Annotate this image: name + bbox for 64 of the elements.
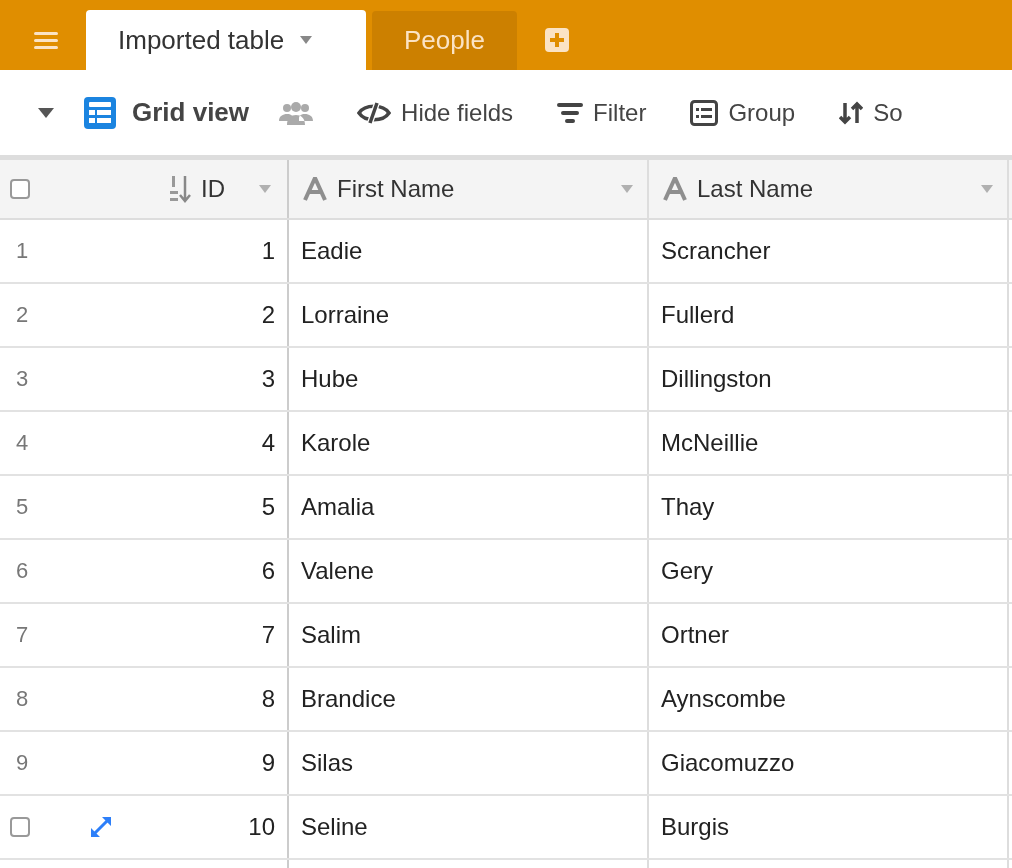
filter-icon <box>557 101 584 124</box>
toolbar-button[interactable]: Hide fields <box>357 98 514 127</box>
table-cell: 8 <box>261 685 275 713</box>
text-field-icon <box>663 177 687 201</box>
table-cell: Fullerd <box>661 301 735 329</box>
table-cell: 5 <box>261 493 275 521</box>
table-cell: 4 <box>261 429 275 457</box>
table-cell: Giacomuzzo <box>661 749 795 777</box>
expand-icon[interactable] <box>90 816 112 838</box>
row-number: 9 <box>16 750 29 776</box>
sort-icon <box>839 100 864 125</box>
caret-icon[interactable] <box>38 107 54 118</box>
people-icon[interactable] <box>279 100 314 125</box>
row-number: 7 <box>16 622 29 648</box>
hidden-eye-icon <box>357 101 392 124</box>
add-icon[interactable] <box>544 28 569 52</box>
toolbar-button[interactable]: Group <box>690 98 796 127</box>
row-number: 6 <box>16 558 29 584</box>
caret-icon <box>300 36 313 44</box>
menu-icon[interactable] <box>34 31 58 49</box>
toolbar-button[interactable]: Filter <box>557 98 647 127</box>
table-cell: 1 <box>261 237 275 265</box>
number-sort-icon <box>169 174 191 204</box>
table-cell: 6 <box>261 557 275 585</box>
table-cell: 7 <box>261 621 275 649</box>
checkbox[interactable] <box>10 817 30 837</box>
table-cell: Amalia <box>301 493 375 521</box>
table-cell: Gery <box>661 557 713 585</box>
text-field-icon <box>303 177 327 201</box>
row-number: 2 <box>16 302 29 328</box>
table-cell: Eadie <box>301 237 363 265</box>
table-cell: Silas <box>301 749 354 777</box>
row-number: 3 <box>16 366 29 392</box>
checkbox[interactable] <box>10 179 30 199</box>
table-cell: 2 <box>261 301 275 329</box>
table-cell: Karole <box>301 429 371 457</box>
table-cell: 9 <box>261 749 275 777</box>
table-cell: 3 <box>261 365 275 393</box>
column-header[interactable]: ID <box>0 160 289 218</box>
column-header[interactable]: Last Name <box>649 160 1009 218</box>
view-name[interactable]: Grid view <box>132 97 250 128</box>
table-cell: Hube <box>301 365 359 393</box>
group-icon <box>690 99 719 126</box>
table-cell: Thay <box>661 493 715 521</box>
row-number: 8 <box>16 686 29 712</box>
table-cell: Aynscombe <box>661 685 786 713</box>
table-cell: Valene <box>301 557 374 585</box>
table-cell: Salim <box>301 621 361 649</box>
table-tab[interactable]: Imported table <box>86 10 366 70</box>
table-cell: Seline <box>301 813 368 841</box>
column-header[interactable]: First Name <box>289 160 649 218</box>
table-cell: Lorraine <box>301 301 390 329</box>
row-number: 5 <box>16 494 29 520</box>
table-cell: Brandice <box>301 685 396 713</box>
table-cell: McNeillie <box>661 429 759 457</box>
table-cell: Dillingston <box>661 365 772 393</box>
row-number: 4 <box>16 430 29 456</box>
row-number: 1 <box>16 238 29 264</box>
table-cell: Burgis <box>661 813 730 841</box>
grid-icon <box>84 96 116 129</box>
table-cell: Ortner <box>661 621 729 649</box>
table-cell: Scrancher <box>661 237 771 265</box>
toolbar-button[interactable]: So <box>839 98 903 127</box>
table-cell: 10 <box>248 813 275 841</box>
